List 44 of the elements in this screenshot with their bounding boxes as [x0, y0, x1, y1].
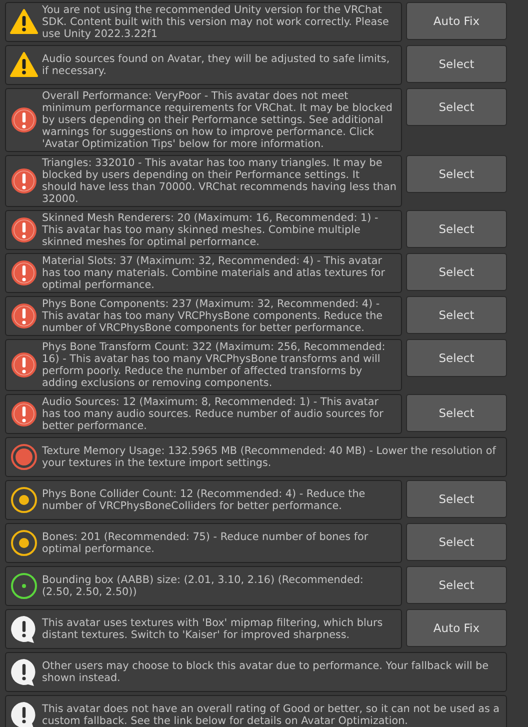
error-icon [10, 302, 38, 330]
message-text: Other users may choose to block this avatar due to performance. Your fallback will be shown instead. [42, 660, 490, 684]
error-icon [10, 106, 38, 134]
message-text: Texture Memory Usage: 132.5965 MB (Recommended: 40 MB) - Lower the resolution of your textures in the texture import settings. [42, 445, 498, 469]
message-text: Material Slots: 37 (Maximum: 32, Recommended: 4) - This avatar has too many materials. Combine materials and atlas textures for optimal performance. [42, 255, 386, 291]
info-icon [10, 658, 38, 686]
action-button[interactable]: Auto Fix [406, 609, 507, 647]
rating-icon [10, 572, 38, 600]
action-button[interactable]: Select [406, 480, 507, 518]
message-text: Overall Performance: VeryPoor - This avatar does not meet minimum performance requirements for VRChat. It may be blocked by users depending on their Performance settings. See additional warnings for suggestions on how to improve performance. Click 'Avatar Optimization Tips' below for more information. [42, 90, 394, 150]
rating-icon [10, 486, 38, 514]
error-icon [10, 259, 38, 287]
warning-icon [10, 8, 38, 36]
rating-icon [10, 529, 38, 557]
info-icon [10, 615, 38, 643]
message-text: Phys Bone Transform Count: 322 (Maximum: 256, Recommended: 16) - This avatar has too many VRCPhysBone transforms and will perform poorly. Reduce the number of affected transforms by adding exclusions or removing components. [42, 341, 386, 389]
message-text: Skinned Mesh Renderers: 20 (Maximum: 16, Recommended: 1) - This avatar has too many skinned meshes. Combine multiple skinned meshes for optimal performance. [42, 212, 380, 248]
rating-icon [10, 443, 38, 471]
error-icon [10, 167, 38, 195]
action-button[interactable]: Select [406, 45, 507, 83]
message-text: Bones: 201 (Recommended: 75) - Reduce number of bones for optimal performance. [42, 531, 370, 555]
error-icon [10, 216, 38, 244]
message-text: Triangles: 332010 - This avatar has too many triangles. It may be blocked by users depending on their Performance settings. It should have less than 70000. VRChat recommends having less than 32000. [42, 157, 397, 205]
message-text: You are not using the recommended Unity version for the VRChat SDK. Content built with this version may not work correctly. Please use Unity 2022.3.22f1 [42, 4, 390, 40]
message-text: Audio sources found on Avatar, they will be adjusted to safe limits, if necessary. [42, 53, 391, 77]
message-text: Phys Bone Components: 237 (Maximum: 32, Recommended: 4) - This avatar has too many VRCPhysBone components. Reduce the number of VRCPhysBone components for better performance. [42, 298, 384, 334]
action-button[interactable]: Auto Fix [406, 2, 507, 40]
action-button[interactable]: Select [406, 210, 507, 248]
error-icon [10, 351, 38, 379]
message-text: This avatar uses textures with 'Box' mipmap filtering, which blurs distant textures. Switch to 'Kaiser' for improved sharpness. [42, 617, 384, 641]
message-text: Bounding box (AABB) size: (2.01, 3.10, 2.16) (Recommended: (2.50, 2.50, 2.50)) [42, 574, 364, 598]
action-button[interactable]: Select [406, 339, 507, 377]
message-text: This avatar does not have an overall rating of Good or better, so it can not be used as a custom fallback. See the link below for details on Avatar Optimization. [42, 703, 501, 727]
action-button[interactable]: Select [406, 566, 507, 604]
message-text: Audio Sources: 12 (Maximum: 8, Recommended: 1) - This avatar has too many audio sources. Reduce number of audio sources for better performance. [42, 396, 384, 432]
action-button[interactable]: Select [406, 155, 507, 193]
action-button[interactable]: Select [406, 88, 507, 126]
action-button[interactable]: Select [406, 394, 507, 432]
warning-icon [10, 51, 38, 79]
action-button[interactable]: Select [406, 523, 507, 561]
message-text: Phys Bone Collider Count: 12 (Recommended: 4) - Reduce the number of VRCPhysBoneColliders for better performance. [42, 488, 366, 512]
action-button[interactable]: Select [406, 296, 507, 334]
action-button[interactable]: Select [406, 253, 507, 291]
error-icon [10, 400, 38, 428]
